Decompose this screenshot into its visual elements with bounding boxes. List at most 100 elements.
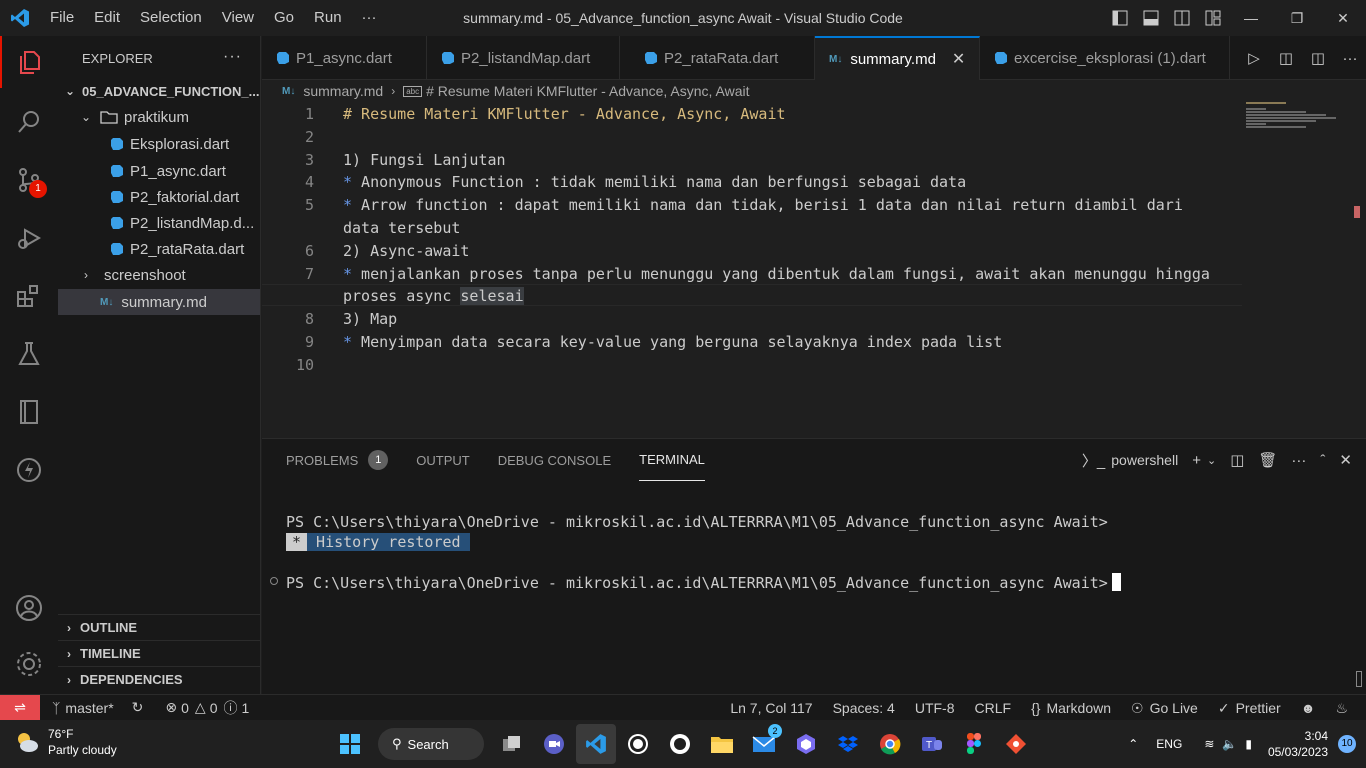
lightning-icon[interactable] [0,444,58,496]
tab-p1-async[interactable]: P1_async.dart [262,36,427,80]
more-actions-icon[interactable]: ··· [1334,50,1366,67]
show-hidden-icons-icon[interactable]: ⌃ [1128,737,1138,751]
workspace-root[interactable]: ⌄ 05_ADVANCE_FUNCTION_... [58,78,260,104]
toggle-panel-icon[interactable] [1135,0,1166,36]
customize-layout-icon[interactable] [1197,0,1228,36]
go-live-button[interactable]: ☉ Go Live [1131,700,1198,717]
wifi-icon[interactable]: ≋ [1204,737,1214,751]
close-tab-icon[interactable]: ✕ [952,49,965,69]
file-p1-async[interactable]: P1_async.dart [58,158,260,184]
menu-selection[interactable]: Selection [130,0,212,36]
battery-icon[interactable]: ▮ [1245,737,1252,751]
search-icon[interactable] [0,96,58,148]
file-p2-faktorial[interactable]: P2_faktorial.dart [58,184,260,210]
trash-icon[interactable]: 🗑 [1258,451,1277,469]
code-editor[interactable]: 1 2 3 4 5 6 7 8 9 10 # Resume Materi KMF… [262,102,1366,438]
problems-indicator[interactable]: ⊗ 0 △ 0 ⓘ 1 [165,698,249,718]
run-file-icon[interactable]: ▷ [1238,49,1270,67]
menu-file[interactable]: File [40,0,84,36]
folder-screenshoot[interactable]: › screenshoot [58,262,260,288]
testing-icon[interactable] [0,328,58,380]
maximize-panel-icon[interactable]: ˆ [1320,452,1325,469]
branch-indicator[interactable]: ᛉ master* [52,700,114,716]
toggle-sidebar-icon[interactable] [1104,0,1135,36]
clock[interactable]: 3:04 05/03/2023 [1268,728,1328,760]
indentation[interactable]: Spaces: 4 [833,700,895,716]
tab-problems[interactable]: PROBLEMS 1 [286,439,389,481]
notification-badge[interactable]: 10 [1338,735,1356,753]
tab-p2-ratarata[interactable]: P2_rataRata.dart [620,36,815,80]
menu-more[interactable]: ··· [352,0,387,36]
github-desktop-icon[interactable] [660,724,700,764]
source-control-icon[interactable]: 1 [0,154,58,206]
close-panel-icon[interactable]: ✕ [1339,451,1352,469]
account-icon[interactable] [0,582,58,634]
chevron-down-icon[interactable]: ⌄ [1207,454,1216,467]
prettier-button[interactable]: ✓ Prettier [1218,700,1281,717]
teams-icon[interactable]: T [912,724,952,764]
minimap[interactable] [1246,102,1346,162]
meet-now-icon[interactable] [534,724,574,764]
tab-p2-listandmap[interactable]: P2_listandMap.dart [427,36,620,80]
input-language[interactable]: ENG [1156,737,1182,751]
split-terminal-icon[interactable]: ◫ [1230,451,1244,469]
open-preview-icon[interactable]: ◫ [1270,49,1302,67]
breadcrumb-file[interactable]: summary.md [303,83,383,99]
tab-terminal[interactable]: TERMINAL [639,439,705,481]
copilot-icon[interactable] [786,724,826,764]
volume-icon[interactable]: 🔈 [1222,737,1237,751]
menu-run[interactable]: Run [304,0,352,36]
mail-icon[interactable]: 2 [744,724,784,764]
file-summary-md[interactable]: M↓ summary.md [58,289,260,315]
encoding[interactable]: UTF-8 [915,700,955,716]
split-editor-icon[interactable]: ◫ [1302,49,1334,67]
section-outline[interactable]: › OUTLINE [58,614,260,640]
chrome-icon[interactable] [870,724,910,764]
sync-icon[interactable]: ↻ [132,699,144,716]
file-eksplorasi[interactable]: Eksplorasi.dart [58,131,260,157]
extensions-icon[interactable] [0,270,58,322]
shell-name[interactable]: powershell [1111,452,1178,468]
section-dependencies[interactable]: › DEPENDENCIES [58,666,260,692]
explorer-icon[interactable] [0,36,58,88]
restore-icon[interactable]: ❐ [1274,0,1320,36]
more-icon[interactable]: ··· [1291,452,1306,469]
figma-icon[interactable] [954,724,994,764]
close-window-icon[interactable]: ✕ [1320,0,1366,36]
file-p2-listandmap[interactable]: P2_listandMap.d... [58,210,260,236]
menu-view[interactable]: View [212,0,264,36]
notebook-icon[interactable] [0,386,58,438]
file-p2-ratarata[interactable]: P2_rataRata.dart [58,236,260,262]
taskbar-search[interactable]: ⚲ Search [378,728,484,760]
tab-excercise-eksplorasi[interactable]: excercise_eksplorasi (1).dart [980,36,1230,80]
section-timeline[interactable]: › TIMELINE [58,640,260,666]
new-terminal-icon[interactable]: + [1192,452,1201,469]
minimize-icon[interactable]: — [1228,0,1274,36]
vscode-taskbar-icon[interactable] [576,724,616,764]
toggle-secondary-sidebar-icon[interactable] [1166,0,1197,36]
breadcrumb-symbol[interactable]: # Resume Materi KMFlutter - Advance, Asy… [426,83,749,99]
menu-edit[interactable]: Edit [84,0,130,36]
tab-summary-md[interactable]: M↓ summary.md ✕ [815,36,980,80]
notifications-bell-icon[interactable]: ♨ [1335,700,1348,717]
remote-indicator-icon[interactable]: ⇌ [0,694,40,721]
task-view-icon[interactable] [492,724,532,764]
braces-icon: {} [1031,700,1041,716]
tab-debug-console[interactable]: DEBUG CONSOLE [498,439,611,481]
menu-go[interactable]: Go [264,0,304,36]
start-menu-icon[interactable] [330,724,370,764]
tab-output[interactable]: OUTPUT [416,439,469,481]
run-debug-icon[interactable] [0,212,58,264]
folder-praktikum[interactable]: ⌄ praktikum [58,104,260,130]
dropbox-icon[interactable] [828,724,868,764]
language-mode[interactable]: {} Markdown [1031,700,1111,716]
weather-widget[interactable]: 76°F Partly cloudy [14,726,117,758]
settings-gear-icon[interactable] [0,638,58,690]
cursor-position[interactable]: Ln 7, Col 117 [730,700,812,716]
accounts-icon[interactable]: ☻ [1301,700,1316,716]
explorer-more-icon[interactable]: ··· [223,48,242,66]
line-ending[interactable]: CRLF [975,700,1012,716]
file-explorer-icon[interactable] [702,724,742,764]
whatsapp-icon[interactable] [618,724,658,764]
gitkraken-icon[interactable] [996,724,1036,764]
